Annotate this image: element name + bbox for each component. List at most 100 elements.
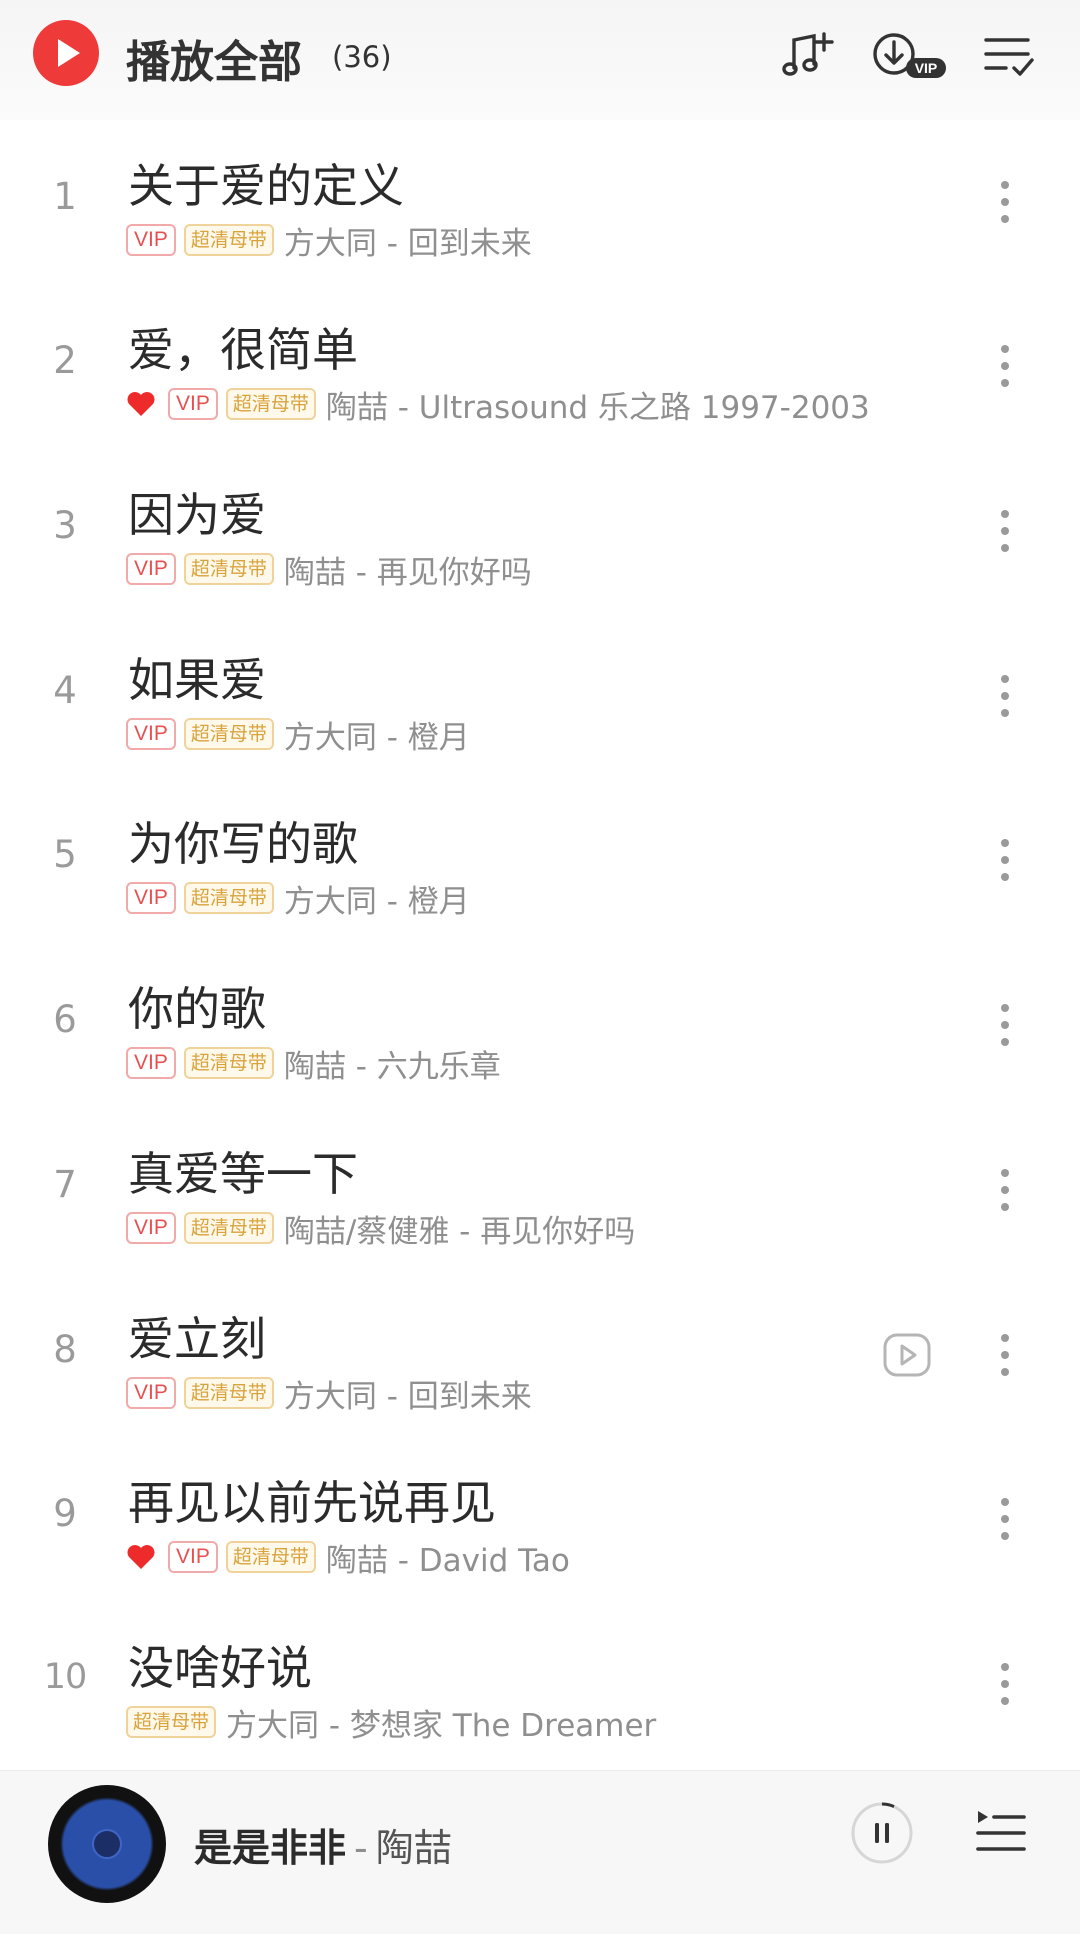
song-title: 爱，很简单 xyxy=(128,323,358,377)
more-options-icon[interactable] xyxy=(990,341,1020,391)
song-artist-album: 陶喆/蔡健雅 - 再见你好吗 xyxy=(283,1213,636,1250)
vip-badge: VIP xyxy=(168,388,218,420)
song-row[interactable]: 9 再见以前先说再见 VIP 超清母带 陶喆 - David Tao xyxy=(0,1437,1080,1602)
song-artist-album: 陶喆 - 六九乐章 xyxy=(283,1048,501,1085)
vip-badge: VIP xyxy=(126,553,176,585)
song-row[interactable]: 1 关于爱的定义 VIP 超清母带 方大同 - 回到未来 xyxy=(0,120,1080,285)
song-index: 7 xyxy=(53,1163,77,1206)
master-quality-badge: 超清母带 xyxy=(183,1047,274,1079)
master-quality-badge: 超清母带 xyxy=(183,882,274,914)
song-index: 4 xyxy=(53,669,77,712)
more-options-icon[interactable] xyxy=(990,506,1020,556)
vip-badge: VIP xyxy=(126,1377,176,1409)
song-index: 3 xyxy=(53,504,77,547)
song-artist-album: 方大同 - 回到未来 xyxy=(283,1378,532,1415)
song-index: 5 xyxy=(53,833,77,876)
song-row[interactable]: 6 你的歌 VIP 超清母带 陶喆 - 六九乐章 xyxy=(0,943,1080,1108)
song-artist-album: 陶喆 - 再见你好吗 xyxy=(283,554,532,591)
play-all-button[interactable] xyxy=(33,20,99,86)
more-options-icon[interactable] xyxy=(990,1000,1020,1050)
song-meta: VIP 超清母带 方大同 - 回到未来 xyxy=(126,220,532,262)
song-title: 为你写的歌 xyxy=(128,817,358,871)
song-index: 2 xyxy=(53,339,77,382)
song-title: 关于爱的定义 xyxy=(128,159,404,213)
song-meta: VIP 超清母带 方大同 - 回到未来 xyxy=(126,1373,532,1415)
song-row[interactable]: 4 如果爱 VIP 超清母带 方大同 - 橙月 xyxy=(0,614,1080,779)
song-row[interactable]: 3 因为爱 VIP 超清母带 陶喆 - 再见你好吗 xyxy=(0,449,1080,614)
more-options-icon[interactable] xyxy=(990,1330,1020,1380)
song-artist-album: 方大同 - 橙月 xyxy=(283,883,470,920)
song-count: (36) xyxy=(332,40,392,74)
song-title: 爱立刻 xyxy=(128,1312,266,1366)
vip-badge: VIP xyxy=(126,882,176,914)
master-quality-badge: 超清母带 xyxy=(183,224,274,256)
vip-badge: VIP xyxy=(126,1212,176,1244)
master-quality-badge: 超清母带 xyxy=(225,1541,316,1573)
vip-badge: VIP xyxy=(168,1541,218,1573)
more-options-icon[interactable] xyxy=(990,1659,1020,1709)
multi-select-icon[interactable] xyxy=(980,28,1040,82)
song-meta: VIP 超清母带 陶喆 - David Tao xyxy=(126,1537,570,1579)
more-options-icon[interactable] xyxy=(990,1165,1020,1215)
song-row[interactable]: 5 为你写的歌 VIP 超清母带 方大同 - 橙月 xyxy=(0,778,1080,943)
song-artist-album: 陶喆 - David Tao xyxy=(325,1542,570,1579)
download-vip-badge: VIP xyxy=(915,60,938,76)
mv-play-icon[interactable] xyxy=(883,1333,931,1377)
pause-icon[interactable] xyxy=(850,1801,914,1865)
vip-badge: VIP xyxy=(126,224,176,256)
master-quality-badge: 超清母带 xyxy=(183,1212,274,1244)
vip-badge: VIP xyxy=(126,718,176,750)
song-meta: VIP 超清母带 陶喆 - 再见你好吗 xyxy=(126,549,532,591)
more-options-icon[interactable] xyxy=(990,177,1020,227)
song-index: 10 xyxy=(43,1657,88,1697)
playlist-header: 播放全部 (36) VIP xyxy=(0,0,1080,120)
song-meta: VIP 超清母带 陶喆 - 六九乐章 xyxy=(126,1043,501,1085)
song-row[interactable]: 10 没啥好说 超清母带 方大同 - 梦想家 The Dreamer xyxy=(0,1602,1080,1767)
song-artist-album: 方大同 - 回到未来 xyxy=(283,225,532,262)
now-playing-title: 是是非非 xyxy=(194,1826,347,1870)
song-meta: VIP 超清母带 陶喆/蔡健雅 - 再见你好吗 xyxy=(126,1208,636,1250)
song-meta: VIP 超清母带 陶喆 - Ultrasound 乐之路 1997-2003 xyxy=(126,384,870,426)
song-row[interactable]: 8 爱立刻 VIP 超清母带 方大同 - 回到未来 xyxy=(0,1273,1080,1438)
more-options-icon[interactable] xyxy=(990,1494,1020,1544)
now-playing-artist: 陶喆 xyxy=(375,1826,452,1870)
now-playing-separator: - xyxy=(354,1826,368,1870)
song-meta: VIP 超清母带 方大同 - 橙月 xyxy=(126,714,470,756)
album-cover-center xyxy=(92,1829,122,1859)
song-index: 1 xyxy=(53,175,77,218)
song-index: 6 xyxy=(53,998,77,1041)
song-meta: VIP 超清母带 方大同 - 橙月 xyxy=(126,878,470,920)
liked-heart-icon xyxy=(127,392,155,416)
master-quality-badge: 超清母带 xyxy=(183,553,274,585)
song-artist-album: 方大同 - 橙月 xyxy=(283,719,470,756)
download-vip-icon[interactable]: VIP xyxy=(870,28,950,82)
song-index: 9 xyxy=(53,1492,77,1535)
master-quality-badge: 超清母带 xyxy=(225,388,316,420)
master-quality-badge: 超清母带 xyxy=(183,1377,274,1409)
add-music-icon[interactable] xyxy=(780,28,840,82)
song-artist-album: 方大同 - 梦想家 The Dreamer xyxy=(226,1707,657,1744)
play-all-label[interactable]: 播放全部 xyxy=(126,26,302,90)
mini-player[interactable]: 是是非非 - 陶喆 xyxy=(0,1770,1080,1934)
more-options-icon[interactable] xyxy=(990,835,1020,885)
album-cover[interactable] xyxy=(48,1785,166,1903)
song-title: 因为爱 xyxy=(128,488,266,542)
more-options-icon[interactable] xyxy=(990,671,1020,721)
liked-heart-icon xyxy=(127,1545,155,1569)
song-meta: 超清母带 方大同 - 梦想家 The Dreamer xyxy=(126,1702,657,1744)
song-row[interactable]: 7 真爱等一下 VIP 超清母带 陶喆/蔡健雅 - 再见你好吗 xyxy=(0,1108,1080,1273)
play-icon xyxy=(58,39,80,67)
song-title: 没啥好说 xyxy=(128,1641,312,1695)
playlist-queue-icon[interactable] xyxy=(974,1807,1028,1859)
song-title: 如果爱 xyxy=(128,653,266,707)
song-artist-album: 陶喆 - Ultrasound 乐之路 1997-2003 xyxy=(325,389,870,426)
song-row[interactable]: 2 爱，很简单 VIP 超清母带 陶喆 - Ultrasound 乐之路 199… xyxy=(0,284,1080,449)
song-title: 真爱等一下 xyxy=(128,1147,358,1201)
master-quality-badge: 超清母带 xyxy=(183,718,274,750)
master-quality-badge: 超清母带 xyxy=(126,1706,217,1738)
song-index: 8 xyxy=(53,1328,77,1371)
vip-badge: VIP xyxy=(126,1047,176,1079)
now-playing-info[interactable]: 是是非非 - 陶喆 xyxy=(194,1817,452,1872)
song-title: 你的歌 xyxy=(128,982,266,1036)
song-title: 再见以前先说再见 xyxy=(128,1476,496,1530)
